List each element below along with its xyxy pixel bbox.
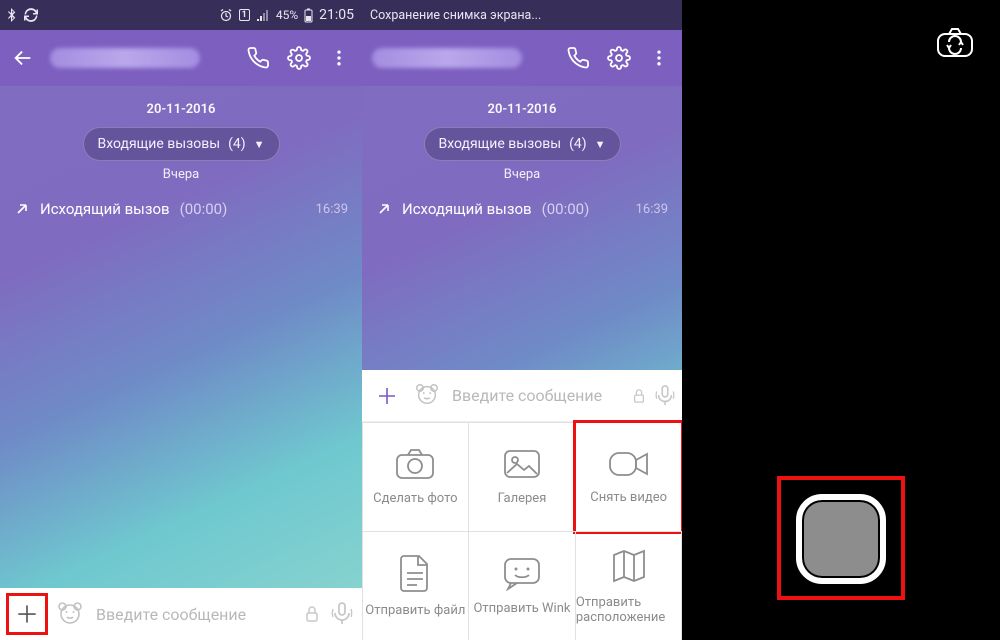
message-input-bar: Введите сообщение bbox=[0, 588, 362, 640]
outgoing-arrow-icon bbox=[376, 201, 392, 217]
switch-camera-icon[interactable] bbox=[934, 26, 976, 60]
attach-take-photo[interactable]: Сделать фото bbox=[362, 422, 469, 532]
status-bar: Сохранение снимка экрана... bbox=[362, 0, 682, 30]
call-icon[interactable] bbox=[566, 45, 592, 71]
sync-icon bbox=[24, 8, 38, 22]
overflow-icon[interactable] bbox=[646, 45, 672, 71]
sim-icon: 1 bbox=[239, 9, 250, 21]
attach-send-location[interactable]: Отправить расположение bbox=[575, 531, 682, 640]
message-input-bar: Введите сообщение bbox=[362, 370, 682, 422]
call-duration: (00:00) bbox=[180, 200, 228, 218]
pill-text: Входящие вызовы bbox=[98, 136, 221, 152]
call-icon[interactable] bbox=[246, 45, 272, 71]
attach-record-video[interactable]: Снять видео bbox=[575, 422, 682, 532]
screenshot-panel-3 bbox=[682, 0, 1000, 640]
back-icon[interactable] bbox=[10, 45, 36, 71]
clock-text: 21:05 bbox=[319, 7, 354, 23]
contact-name-blurred bbox=[50, 48, 200, 68]
chevron-down-icon: ▼ bbox=[254, 138, 265, 151]
signal-icon bbox=[256, 9, 270, 21]
mic-icon[interactable] bbox=[654, 384, 676, 408]
mic-icon[interactable] bbox=[330, 601, 354, 627]
yesterday-label: Вчера bbox=[0, 167, 362, 182]
settings-icon[interactable] bbox=[286, 45, 312, 71]
lock-icon bbox=[632, 388, 646, 404]
attach-send-file[interactable]: Отправить файл bbox=[362, 531, 469, 640]
call-type: Исходящий вызов bbox=[40, 200, 170, 218]
chevron-down-icon: ▼ bbox=[595, 138, 606, 151]
battery-icon bbox=[304, 8, 313, 23]
attach-button[interactable] bbox=[8, 595, 46, 633]
message-input[interactable]: Введите сообщение bbox=[452, 386, 624, 405]
attachment-sheet: Введите сообщение Сделать фото Галерея С… bbox=[362, 370, 682, 640]
yesterday-label: Вчера bbox=[362, 167, 682, 182]
shutter-button[interactable] bbox=[796, 494, 886, 584]
app-bar bbox=[362, 30, 682, 86]
attach-gallery[interactable]: Галерея bbox=[468, 422, 576, 532]
attach-send-wink[interactable]: Отправить Wink bbox=[468, 531, 576, 640]
alarm-icon bbox=[219, 8, 233, 22]
incoming-calls-pill[interactable]: Входящие вызовы (4) ▼ bbox=[83, 127, 280, 161]
screenshot-panel-1: 1 45% 21:05 20-11-2016 Входящие вызовы (… bbox=[0, 0, 362, 640]
screenshot-panel-2: Сохранение снимка экрана... 20-11-2016 В… bbox=[362, 0, 682, 640]
date-label: 20-11-2016 bbox=[0, 102, 362, 117]
call-log-row[interactable]: Исходящий вызов (00:00) 16:39 bbox=[362, 192, 682, 226]
attach-button[interactable] bbox=[368, 377, 406, 415]
settings-icon[interactable] bbox=[606, 45, 632, 71]
sticker-icon[interactable] bbox=[414, 381, 444, 411]
pill-count: (4) bbox=[228, 136, 246, 152]
overflow-icon[interactable] bbox=[326, 45, 352, 71]
date-label: 20-11-2016 bbox=[362, 102, 682, 117]
sticker-icon[interactable] bbox=[56, 599, 86, 629]
status-bar: 1 45% 21:05 bbox=[0, 0, 362, 30]
outgoing-arrow-icon bbox=[14, 201, 30, 217]
incoming-calls-pill[interactable]: Входящие вызовы (4) ▼ bbox=[424, 127, 621, 161]
message-input[interactable]: Введите сообщение bbox=[96, 605, 294, 624]
bluetooth-icon bbox=[8, 8, 18, 22]
app-bar bbox=[0, 30, 362, 86]
battery-text: 45% bbox=[276, 8, 298, 22]
contact-name-blurred bbox=[372, 48, 522, 68]
screenshot-toast: Сохранение снимка экрана... bbox=[370, 8, 541, 23]
lock-icon bbox=[304, 605, 320, 623]
call-log-row[interactable]: Исходящий вызов (00:00) 16:39 bbox=[0, 192, 362, 226]
call-time: 16:39 bbox=[316, 202, 348, 217]
